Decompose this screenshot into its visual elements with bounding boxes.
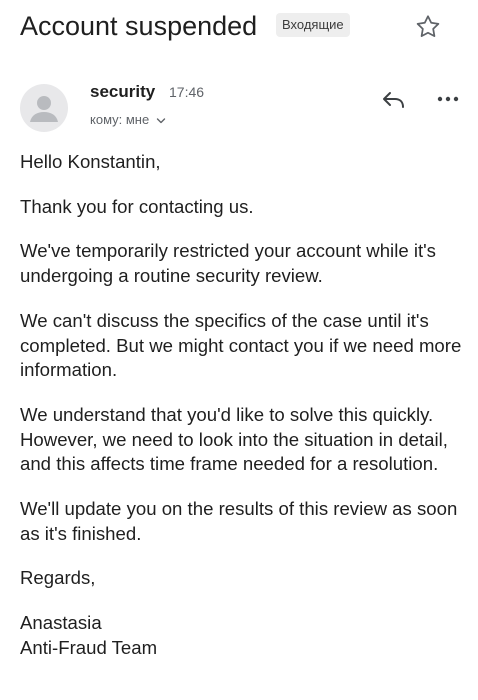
more-options-button[interactable]: [434, 88, 462, 110]
reply-icon: [383, 92, 404, 108]
signature-name: Anastasia: [20, 612, 102, 634]
recipient-details-toggle[interactable]: кому: мне: [90, 112, 166, 128]
body-paragraph: We've temporarily restricted your accoun…: [20, 240, 436, 287]
email-subject: Account suspended: [20, 11, 258, 41]
inbox-label-chip[interactable]: Входящие: [276, 13, 350, 37]
avatar[interactable]: [20, 84, 68, 132]
star-button[interactable]: [414, 13, 442, 41]
sent-time: 17:46: [169, 84, 205, 100]
email-body: Hello Konstantin, Thank you for contacti…: [20, 150, 466, 661]
sender-name[interactable]: security: [90, 82, 155, 102]
star-icon: [416, 15, 440, 37]
signature-team: Anti-Fraud Team: [20, 636, 158, 658]
chevron-down-icon: [156, 113, 166, 128]
subject-row: Account suspended Входящие: [20, 6, 468, 46]
body-paragraph: We understand that you'd like to solve t…: [20, 403, 448, 475]
greeting: Hello Konstantin,: [20, 151, 161, 172]
closing: Regards,: [20, 567, 96, 589]
body-paragraph: We'll update you on the results of this …: [20, 498, 458, 544]
body-paragraph: Thank you for contacting us.: [20, 195, 254, 217]
body-paragraph: We can't discuss the specifics of the ca…: [20, 309, 462, 381]
sender-row: security 17:46 кому: мне: [20, 78, 468, 138]
recipient-text: кому: мне: [90, 112, 150, 127]
more-vert-icon: [437, 96, 459, 102]
person-icon: [30, 96, 58, 122]
reply-button[interactable]: [380, 86, 408, 114]
